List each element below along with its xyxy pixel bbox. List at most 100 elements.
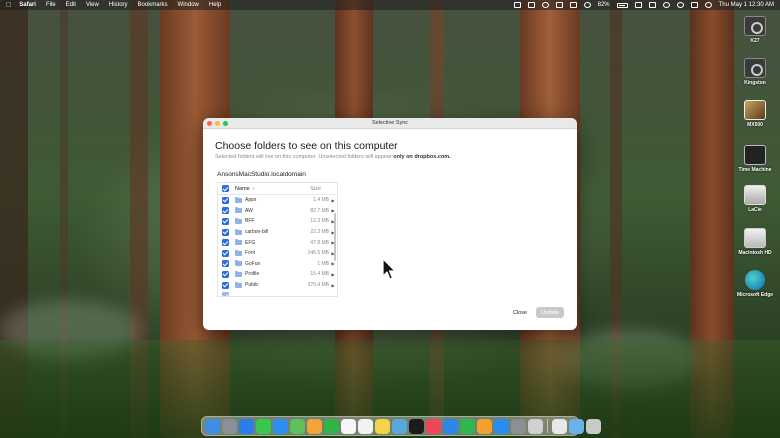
reminders-icon[interactable] <box>358 418 373 434</box>
close-window-icon[interactable] <box>207 121 212 126</box>
select-all-checkbox[interactable] <box>222 185 229 192</box>
safari-icon[interactable] <box>239 418 254 434</box>
status-icon[interactable] <box>583 2 591 8</box>
messages-icon[interactable] <box>256 418 271 434</box>
desktop-icon-label: Macintosh HD <box>738 250 772 256</box>
wifi-icon[interactable] <box>662 2 670 8</box>
numbers-icon[interactable] <box>460 418 475 434</box>
folder-row[interactable]: GoFun 1 MB ▶ <box>218 259 337 270</box>
desktop-icon-kingston[interactable]: Kingston <box>733 58 777 86</box>
update-button[interactable]: Update <box>536 307 564 318</box>
desktop-icon-lacie[interactable]: LaCie <box>733 185 777 213</box>
status-icon[interactable] <box>634 2 642 8</box>
folder-name: AW <box>245 207 253 214</box>
desktop-icon-microsoft-edge[interactable]: Microsoft Edge <box>733 270 777 298</box>
folder-checkbox[interactable] <box>222 260 229 268</box>
folder-checkbox[interactable] <box>222 217 229 225</box>
folder-icon <box>235 249 242 256</box>
menu-view[interactable]: View <box>86 2 99 8</box>
menu-bookmarks[interactable]: Bookmarks <box>138 2 168 8</box>
status-icon[interactable] <box>513 2 521 8</box>
pages-icon[interactable] <box>477 418 492 434</box>
notes-icon[interactable] <box>375 418 390 434</box>
menu-file[interactable]: File <box>46 2 56 8</box>
folder-checkbox[interactable] <box>222 281 229 289</box>
status-icon[interactable] <box>569 2 577 8</box>
dock-separator <box>547 419 548 433</box>
folder-checkbox[interactable] <box>222 239 229 247</box>
clock[interactable]: Thu May 1 12:30 AM <box>719 2 774 8</box>
downloads-folder-icon[interactable] <box>569 418 584 434</box>
apple-menu-icon[interactable]:  <box>6 2 11 9</box>
folder-row[interactable]: BFF 12.3 MB ▶ <box>218 216 337 227</box>
iphone-mirroring-icon[interactable] <box>528 418 543 434</box>
photos-icon[interactable] <box>307 418 322 434</box>
column-header-size[interactable]: Size <box>310 186 321 192</box>
chevron-right-icon[interactable]: ▶ <box>329 198 337 203</box>
search-icon[interactable] <box>676 2 684 8</box>
desktop-icon-macintosh-hd[interactable]: Macintosh HD <box>733 228 777 256</box>
menu-window[interactable]: Window <box>178 2 199 8</box>
folder-row[interactable]: Public 370.4 MB ▶ <box>218 280 337 291</box>
menu-edit[interactable]: Edit <box>66 2 76 8</box>
document-icon[interactable] <box>552 418 567 434</box>
column-header-name[interactable]: Name <box>235 186 250 192</box>
music-icon[interactable] <box>426 418 441 434</box>
menu-help[interactable]: Help <box>209 2 221 8</box>
finder-icon[interactable] <box>205 418 220 434</box>
mail-icon[interactable] <box>273 418 288 434</box>
chevron-right-icon[interactable]: ▶ <box>329 261 337 266</box>
dropbox-icon[interactable] <box>527 2 535 8</box>
tv-icon[interactable] <box>409 418 424 434</box>
folder-row[interactable]: Apps 1.4 MB ▶ <box>218 195 337 206</box>
status-icon[interactable] <box>555 2 563 8</box>
preview-icon[interactable] <box>392 418 407 434</box>
folder-checkbox[interactable] <box>222 196 229 204</box>
desktop-icon-time-machine[interactable]: Time Machine <box>733 145 777 173</box>
trash-icon[interactable] <box>586 418 601 434</box>
zoom-window-icon[interactable] <box>223 121 228 126</box>
screen-mirroring-icon[interactable] <box>648 2 656 8</box>
selective-sync-dialog: Selective Sync Choose folders to see on … <box>203 118 577 330</box>
folder-row[interactable]: Profile 15.4 MB ▶ <box>218 269 337 280</box>
chevron-right-icon[interactable]: ▶ <box>329 283 337 288</box>
desktop-icon-k27[interactable]: K27 <box>733 16 777 44</box>
folder-row[interactable]: carbon-bill 22.3 MB ▶ <box>218 227 337 238</box>
window-controls <box>207 121 228 126</box>
settings-icon[interactable] <box>511 418 526 434</box>
keynote-icon[interactable] <box>443 418 458 434</box>
battery-percent: 82% <box>597 2 610 8</box>
folder-row-partial[interactable] <box>218 290 337 296</box>
folder-size: 1.4 MB <box>313 197 329 204</box>
dock <box>201 416 601 436</box>
folder-size: 1 MB <box>317 260 329 267</box>
chevron-right-icon[interactable]: ▶ <box>329 272 337 277</box>
menu-app-name[interactable]: Safari <box>19 2 36 8</box>
hard-drive-icon <box>744 228 766 248</box>
control-center-icon[interactable] <box>690 2 698 8</box>
folder-row[interactable]: Font 146.5 MB ▶ <box>218 248 337 259</box>
minimize-window-icon[interactable] <box>215 121 220 126</box>
folder-row[interactable]: EFG 47.8 MB ▶ <box>218 237 337 248</box>
calendar-icon[interactable] <box>341 418 356 434</box>
launchpad-icon[interactable] <box>222 418 237 434</box>
maps-icon[interactable] <box>290 418 305 434</box>
folder-checkbox[interactable] <box>222 228 229 236</box>
battery-icon[interactable] <box>616 2 628 8</box>
status-icon[interactable] <box>541 2 549 8</box>
folder-checkbox[interactable] <box>222 249 229 257</box>
siri-icon[interactable] <box>704 2 712 8</box>
close-button[interactable]: Close <box>509 307 531 318</box>
app-store-icon[interactable] <box>494 418 509 434</box>
dialog-subtitle: Selected folders will live on this compu… <box>215 154 451 160</box>
folder-checkbox[interactable] <box>222 207 229 215</box>
folder-name: Profile <box>245 271 260 278</box>
folder-checkbox[interactable] <box>222 292 229 296</box>
list-scrollbar[interactable] <box>334 213 336 261</box>
menu-history[interactable]: History <box>109 2 128 8</box>
dialog-titlebar[interactable]: Selective Sync <box>203 118 577 129</box>
desktop-icon-mx500[interactable]: MX500 <box>733 100 777 128</box>
folder-row[interactable]: AW 82.7 MB ▶ <box>218 206 337 217</box>
folder-checkbox[interactable] <box>222 270 229 278</box>
facetime-icon[interactable] <box>324 418 339 434</box>
